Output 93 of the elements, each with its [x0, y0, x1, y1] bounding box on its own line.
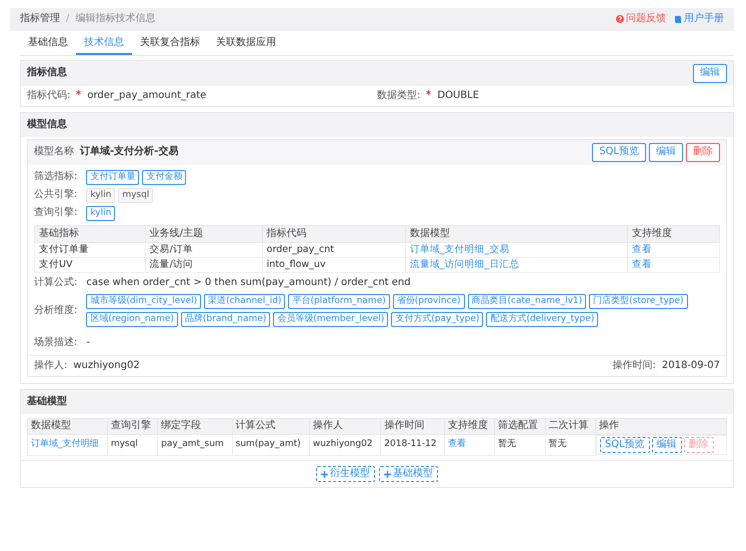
- field-label: 查询引擎:: [34, 206, 78, 220]
- dimension-tag: 省份(province): [392, 294, 465, 310]
- model-name: 订单域-支付分析-交易: [80, 146, 178, 158]
- column-header: 查询引擎: [107, 418, 158, 434]
- table-cell: 暂无: [494, 434, 546, 456]
- panel-title: 指标信息: [27, 67, 67, 80]
- column-header: 数据模型: [28, 418, 108, 434]
- model-action-button[interactable]: SQL预览: [592, 143, 646, 162]
- table-cell: 暂无: [545, 434, 596, 456]
- dimension-tag: 支付方式(pay_type): [391, 312, 484, 328]
- table-cell[interactable]: 订单域_支付明细_交易: [405, 242, 628, 258]
- breadcrumb-link[interactable]: 编辑指标技术信息: [75, 13, 156, 24]
- column-header: 计算公式: [232, 418, 310, 434]
- table-cell: order_pay_cnt: [262, 242, 406, 258]
- table-cell: 2018-11-12: [380, 434, 444, 456]
- table-cell: mysql: [107, 434, 158, 456]
- dimension-tag: 区域(region_name): [86, 312, 178, 328]
- plus-icon: [384, 470, 391, 478]
- field-label: 公共引擎:: [34, 188, 78, 202]
- filter-tag: 支付订单量: [86, 170, 140, 184]
- field-value: DOUBLE: [437, 90, 480, 102]
- tab[interactable]: 技术信息: [76, 32, 132, 55]
- field-label: 指标代码:: [27, 90, 70, 102]
- scene-text: -: [86, 337, 90, 350]
- table-cell[interactable]: 查看: [628, 257, 720, 272]
- breadcrumb-link[interactable]: 指标管理: [20, 13, 60, 24]
- dimension-tag: 门店类型(store_type): [589, 294, 688, 310]
- column-header: 业务线/主题: [145, 225, 262, 242]
- table-cell: 支付订单量: [34, 242, 146, 258]
- table-cell: 流量/访问: [145, 257, 262, 272]
- column-header: 支持维度: [444, 418, 495, 434]
- edit-button[interactable]: 编辑: [693, 64, 727, 82]
- tab[interactable]: 关联数据应用: [208, 32, 284, 55]
- engine-tag: kylin: [86, 188, 116, 202]
- field-value: order_pay_amount_rate: [87, 90, 206, 102]
- model-name-label: 模型名称: [34, 146, 74, 158]
- dimension-tag: 配送方式(delivery_type): [486, 312, 598, 328]
- table-cell[interactable]: 订单域_支付明细: [28, 434, 108, 456]
- operation-time: 2018-09-07: [662, 360, 720, 371]
- dimension-tag: 城市等级(dim_city_level): [86, 294, 202, 310]
- column-header: 操作: [595, 418, 726, 434]
- dimension-tag: 商品类目(cate_name_lv1): [468, 294, 586, 310]
- operator-name: wuzhiyong02: [73, 360, 140, 371]
- table-cell: wuzhiyong02: [309, 434, 381, 456]
- add-model-button[interactable]: 基础模型: [379, 466, 438, 482]
- field-label: 操作时间:: [612, 360, 656, 371]
- dimension-tag: 平台(platform_name): [288, 294, 390, 310]
- column-header: 数据模型: [405, 225, 628, 242]
- engine-tag: kylin: [86, 206, 116, 220]
- add-model-button[interactable]: 衍生模型: [316, 466, 375, 482]
- model-action-button[interactable]: 删除: [686, 143, 720, 162]
- table-cell: pay_amt_sum: [158, 434, 232, 456]
- field-label: 筛选指标:: [34, 170, 78, 184]
- panel-title: 基础模型: [27, 396, 67, 408]
- header-link[interactable]: 用户手册: [674, 13, 724, 26]
- row-action-button[interactable]: 编辑: [652, 436, 682, 454]
- breadcrumb-separator: /: [66, 13, 70, 24]
- field-label: 计算公式:: [34, 276, 78, 290]
- tab[interactable]: 基础信息: [20, 32, 76, 55]
- dimension-tag: 品牌(brand_name): [180, 312, 270, 328]
- table-cell: sum(pay_amt): [232, 434, 310, 456]
- table-cell[interactable]: 查看: [628, 242, 720, 258]
- filter-tag: 支付金额: [142, 170, 186, 184]
- field-label: 分析维度:: [34, 304, 78, 317]
- book-icon: [674, 15, 682, 24]
- column-header: 筛选配置: [494, 418, 546, 434]
- field-label: 数据类型:: [377, 90, 420, 102]
- row-action-button[interactable]: SQL预览: [600, 436, 650, 454]
- dimension-tag: 会员等级(member_level): [273, 312, 388, 328]
- header-link[interactable]: 问题反馈: [616, 13, 666, 26]
- row-action-button[interactable]: 删除: [684, 436, 714, 454]
- column-header: 支持维度: [628, 225, 720, 242]
- question-icon: [616, 15, 624, 24]
- tab[interactable]: 关联复合指标: [132, 32, 208, 55]
- model-action-button[interactable]: 编辑: [649, 143, 683, 162]
- table-cell: 交易/订单: [145, 242, 262, 258]
- field-label: 场景描述:: [34, 337, 78, 350]
- column-header: 二次计算: [545, 418, 596, 434]
- table-cell: into_flow_uv: [262, 257, 406, 272]
- dimension-tag: 渠道(channel_id): [204, 294, 286, 310]
- panel-title: 模型信息: [27, 118, 67, 132]
- column-header: 操作时间: [380, 418, 444, 434]
- plus-icon: [321, 470, 328, 478]
- formula-text: case when order_cnt > 0 then sum(pay_amount) / order_cnt end: [86, 276, 411, 290]
- table-cell[interactable]: 查看: [444, 434, 495, 456]
- table-cell: 支付UV: [34, 257, 146, 272]
- column-header: 基础指标: [34, 225, 146, 242]
- table-cell[interactable]: 流量域_访问明细_日汇总: [405, 257, 628, 272]
- engine-tag: mysql: [118, 188, 154, 202]
- field-label: 操作人:: [34, 360, 68, 371]
- column-header: 绑定字段: [158, 418, 232, 434]
- column-header: 指标代码: [262, 225, 406, 242]
- column-header: 操作人: [309, 418, 381, 434]
